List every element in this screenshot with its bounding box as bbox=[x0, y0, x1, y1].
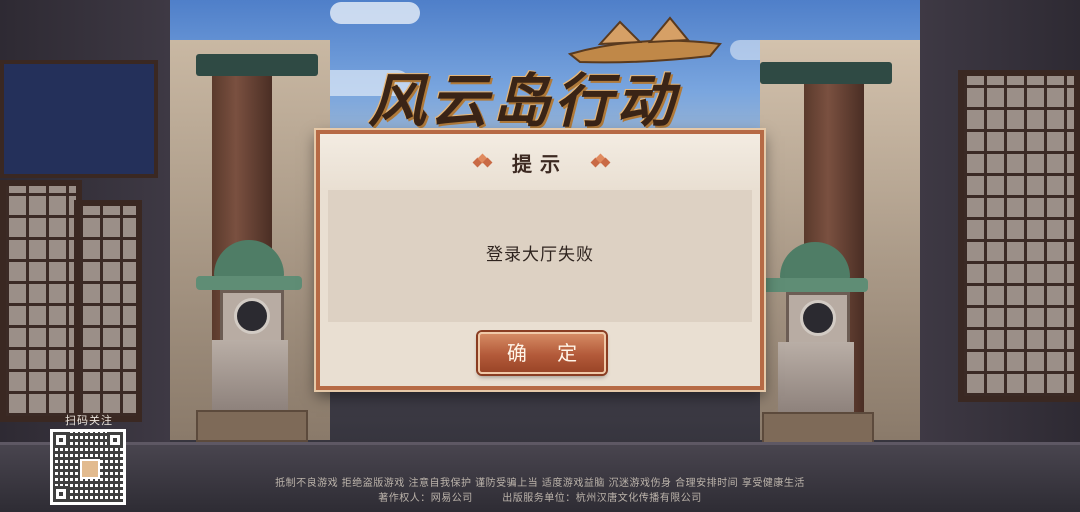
left-shoji-door bbox=[74, 200, 142, 422]
game-logo: 风云岛行动 bbox=[368, 67, 679, 135]
diamond-ornament-icon bbox=[590, 153, 611, 170]
copyright-notice: 著作权人：网易公司 出版服务单位：杭州汉唐文化传播有限公司 bbox=[378, 493, 702, 504]
dialog-body: 登录大厅失败 bbox=[328, 190, 752, 322]
right-shoji-door bbox=[958, 70, 1080, 402]
gate-pillar-cap bbox=[196, 54, 318, 76]
qr-label: 扫码关注 bbox=[65, 414, 113, 427]
stone-lantern-left bbox=[196, 240, 308, 450]
dialog-message: 登录大厅失败 bbox=[486, 245, 594, 265]
confirm-button[interactable]: 确 定 bbox=[478, 332, 606, 374]
left-banner bbox=[0, 60, 158, 178]
health-notice: 抵制不良游戏 拒绝盗版游戏 注意自我保护 谨防受骗上当 适度游戏益脑 沉迷游戏伤… bbox=[275, 478, 805, 489]
left-shoji-door bbox=[0, 180, 82, 422]
dialog-title: 提示 bbox=[512, 152, 568, 176]
stone-lantern-right bbox=[762, 242, 874, 452]
cloud bbox=[330, 2, 420, 24]
dialog-header: 提示 bbox=[320, 134, 760, 190]
gate-pillar-cap bbox=[760, 62, 892, 84]
alert-dialog: 提示 登录大厅失败 确 定 bbox=[316, 130, 764, 390]
